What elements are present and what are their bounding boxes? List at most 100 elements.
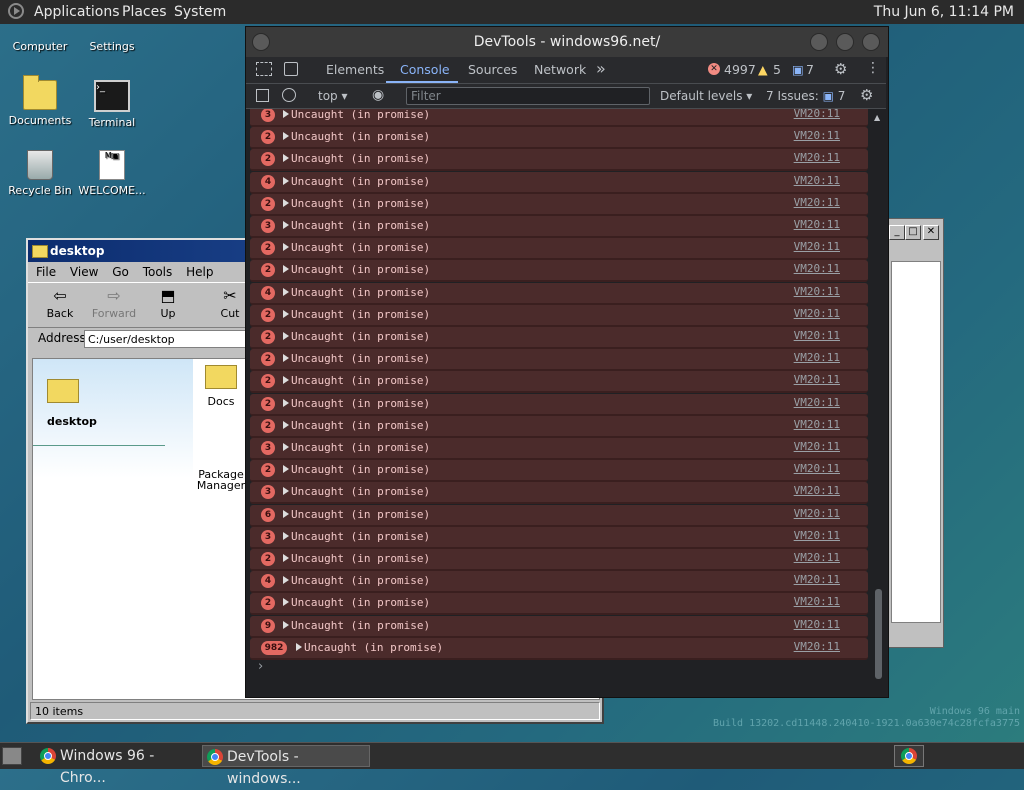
console-error-row[interactable]: 2 Uncaught (in promise) VM20:11 [250, 393, 868, 416]
console-error-row[interactable]: 2 Uncaught (in promise) VM20:11 [250, 193, 868, 216]
window-menu-button[interactable] [252, 33, 270, 51]
task-devtools[interactable]: DevTools - windows... [202, 745, 370, 787]
console-error-row[interactable]: 3 Uncaught (in promise) VM20:11 [250, 109, 868, 127]
console-settings-icon[interactable]: ⚙ [860, 86, 873, 104]
device-toolbar-icon[interactable] [284, 62, 298, 76]
places-menu[interactable]: Places [122, 4, 167, 20]
tray-app-icon[interactable] [894, 745, 924, 767]
expand-triangle-icon[interactable] [283, 576, 289, 585]
menu-file[interactable]: File [36, 265, 56, 279]
clear-console-icon[interactable] [282, 88, 296, 102]
expand-triangle-icon[interactable] [283, 354, 289, 363]
console-error-row[interactable]: 4 Uncaught (in promise) VM20:11 [250, 282, 868, 305]
info-count[interactable]: 7 [806, 62, 814, 77]
filter-input[interactable]: Filter [406, 87, 650, 105]
source-link[interactable]: VM20:11 [794, 529, 840, 542]
console-error-row[interactable]: 2 Uncaught (in promise) VM20:11 [250, 304, 868, 327]
tab-network[interactable]: Network [534, 62, 586, 77]
console-error-row[interactable]: 982 Uncaught (in promise) VM20:11 [250, 637, 868, 660]
console-error-row[interactable]: 2 Uncaught (in promise) VM20:11 [250, 327, 868, 349]
source-link[interactable]: VM20:11 [794, 462, 840, 475]
console-error-row[interactable]: 3 Uncaught (in promise) VM20:11 [250, 216, 868, 238]
file-item-docs[interactable]: Docs [199, 365, 243, 408]
applications-menu[interactable]: Applications [34, 4, 120, 20]
back-button[interactable]: ⇦ Back [34, 285, 86, 320]
console-error-row[interactable]: 2 Uncaught (in promise) VM20:11 [250, 460, 868, 483]
eye-icon[interactable]: ◉ [372, 87, 384, 103]
expand-triangle-icon[interactable] [283, 110, 289, 118]
source-link[interactable]: VM20:11 [794, 373, 840, 386]
issues-button[interactable]: 7 Issues: ▣ 7 [766, 89, 845, 103]
source-link[interactable]: VM20:11 [794, 174, 840, 187]
expand-triangle-icon[interactable] [283, 420, 289, 429]
source-link[interactable]: VM20:11 [794, 109, 840, 120]
expand-triangle-icon[interactable] [283, 243, 289, 252]
expand-triangle-icon[interactable] [296, 642, 302, 651]
console-prompt[interactable]: › [258, 659, 263, 674]
warning-count[interactable]: 5 [773, 62, 781, 77]
desktop-icon-computer[interactable]: Computer [0, 26, 80, 53]
scrollbar-thumb[interactable] [875, 589, 882, 679]
file-item-package-manager[interactable]: Package Manager [193, 469, 249, 491]
up-button[interactable]: ⬒ Up [142, 285, 194, 320]
expand-triangle-icon[interactable] [283, 443, 289, 451]
source-link[interactable]: VM20:11 [794, 595, 840, 608]
source-link[interactable]: VM20:11 [794, 329, 840, 342]
source-link[interactable]: VM20:11 [794, 285, 840, 298]
expand-triangle-icon[interactable] [283, 287, 289, 296]
desktop-icon-welcome[interactable]: M▣ WELCOME... [72, 150, 152, 197]
source-link[interactable]: VM20:11 [794, 129, 840, 142]
close-button[interactable]: ✕ [923, 225, 939, 240]
context-selector[interactable]: top ▾ [318, 89, 348, 103]
source-link[interactable]: VM20:11 [794, 440, 840, 453]
source-link[interactable]: VM20:11 [794, 573, 840, 586]
source-link[interactable]: VM20:11 [794, 618, 840, 631]
tab-sources[interactable]: Sources [468, 62, 517, 77]
source-link[interactable]: VM20:11 [794, 418, 840, 431]
source-link[interactable]: VM20:11 [794, 196, 840, 209]
tab-elements[interactable]: Elements [326, 62, 384, 77]
expand-triangle-icon[interactable] [283, 176, 289, 185]
expand-triangle-icon[interactable] [283, 554, 289, 562]
error-count[interactable]: 4997 [724, 62, 756, 77]
expand-triangle-icon[interactable] [283, 465, 289, 474]
log-levels-dropdown[interactable]: Default levels ▾ [660, 89, 752, 103]
expand-triangle-icon[interactable] [283, 265, 289, 274]
expand-triangle-icon[interactable] [283, 531, 289, 540]
source-link[interactable]: VM20:11 [794, 240, 840, 253]
desktop-icon-recycle-bin[interactable]: Recycle Bin [0, 150, 80, 197]
close-button[interactable] [862, 33, 880, 51]
console-error-row[interactable]: 4 Uncaught (in promise) VM20:11 [250, 171, 868, 194]
menu-tools[interactable]: Tools [143, 265, 173, 279]
expand-triangle-icon[interactable] [283, 221, 289, 229]
tab-console[interactable]: Console [400, 62, 450, 77]
console-error-row[interactable]: 3 Uncaught (in promise) VM20:11 [250, 526, 868, 549]
expand-triangle-icon[interactable] [283, 154, 289, 163]
devtools-titlebar[interactable]: DevTools - windows96.net/ [246, 27, 888, 57]
source-link[interactable]: VM20:11 [794, 396, 840, 409]
desktop-icon-documents[interactable]: Documents [0, 75, 80, 127]
expand-triangle-icon[interactable] [283, 332, 289, 340]
source-link[interactable]: VM20:11 [794, 151, 840, 164]
source-link[interactable]: VM20:11 [794, 484, 840, 497]
source-link[interactable]: VM20:11 [794, 640, 840, 653]
source-link[interactable]: VM20:11 [794, 507, 840, 520]
console-error-row[interactable]: 2 Uncaught (in promise) VM20:11 [250, 260, 868, 283]
expand-triangle-icon[interactable] [283, 620, 289, 629]
desktop-icon-terminal[interactable]: ›_ Terminal [72, 80, 152, 129]
menu-view[interactable]: View [70, 265, 98, 279]
console-error-row[interactable]: 3 Uncaught (in promise) VM20:11 [250, 482, 868, 505]
expand-triangle-icon[interactable] [283, 509, 289, 518]
desktop-icon-settings[interactable]: Settings [72, 26, 152, 53]
scroll-up-icon[interactable]: ▲ [874, 113, 880, 122]
minimize-button[interactable] [810, 33, 828, 51]
console-scrollbar[interactable]: ▲ [872, 109, 884, 681]
expand-triangle-icon[interactable] [283, 132, 289, 141]
devtools-window[interactable]: DevTools - windows96.net/ Elements Conso… [245, 26, 889, 698]
console-error-row[interactable]: 2 Uncaught (in promise) VM20:11 [250, 349, 868, 372]
console-error-row[interactable]: 6 Uncaught (in promise) VM20:11 [250, 504, 868, 527]
console-error-row[interactable]: 4 Uncaught (in promise) VM20:11 [250, 571, 868, 594]
expand-triangle-icon[interactable] [283, 487, 289, 496]
console-error-row[interactable]: 2 Uncaught (in promise) VM20:11 [250, 415, 868, 438]
minimize-button[interactable]: _ [889, 225, 905, 240]
